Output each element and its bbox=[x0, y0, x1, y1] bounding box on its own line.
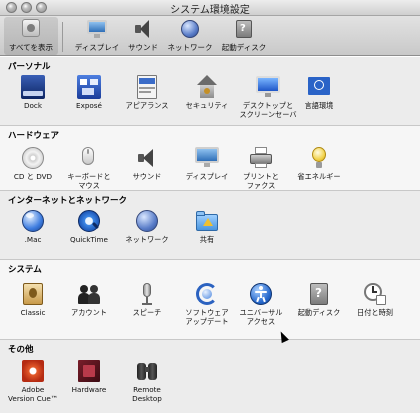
toolbar-item-label: サウンド bbox=[128, 43, 158, 52]
window-title: システム環境設定 bbox=[170, 5, 250, 16]
network-globe-icon bbox=[179, 18, 201, 40]
section-title: その他 bbox=[8, 345, 34, 355]
display-icon bbox=[195, 146, 219, 170]
toolbar-network-button[interactable]: ネットワーク bbox=[162, 18, 218, 53]
pref-dotmac[interactable]: .Mac bbox=[2, 209, 64, 244]
appearance-icon bbox=[135, 75, 159, 99]
pref-universal-access[interactable]: ユニバーサル アクセス bbox=[230, 282, 292, 326]
pref-accounts[interactable]: アカウント bbox=[58, 282, 120, 317]
pref-sound[interactable]: サウンド bbox=[116, 146, 178, 181]
dock-icon bbox=[21, 75, 45, 99]
pref-appearance[interactable]: アピアランス bbox=[116, 75, 178, 110]
network-globe-icon bbox=[135, 209, 159, 233]
pref-quicktime[interactable]: QuickTime bbox=[58, 209, 120, 244]
lightbulb-icon bbox=[307, 146, 331, 170]
preferences-content: パーソナル Dock Exposé アピアランス セキュリティ デスクトップと … bbox=[0, 57, 420, 413]
microphone-icon bbox=[135, 282, 159, 306]
toolbar-startup-disk-button[interactable]: ? 起動ディスク bbox=[216, 18, 272, 53]
toolbar-item-label: 起動ディスク bbox=[221, 43, 267, 52]
pref-startup-disk[interactable]: ? 起動ディスク bbox=[288, 282, 350, 317]
adobe-version-cue-icon bbox=[21, 359, 45, 383]
pref-energy-saver[interactable]: 省エネルギー bbox=[288, 146, 350, 181]
pref-print-fax[interactable]: プリントと ファクス bbox=[230, 146, 292, 190]
keyboard-mouse-icon bbox=[77, 146, 101, 170]
display-icon bbox=[86, 18, 108, 40]
pref-remote-desktop[interactable]: Remote Desktop bbox=[116, 359, 178, 403]
section-personal: パーソナル Dock Exposé アピアランス セキュリティ デスクトップと … bbox=[0, 57, 420, 125]
accounts-icon bbox=[77, 282, 101, 306]
security-house-icon bbox=[195, 75, 219, 99]
speaker-icon bbox=[135, 146, 159, 170]
remote-desktop-binoculars-icon bbox=[135, 359, 159, 383]
expose-icon bbox=[77, 75, 101, 99]
toolbar: すべてを表示 ディスプレイ サウンド ネットワーク ? 起動ディスク bbox=[0, 16, 420, 56]
startup-disk-icon: ? bbox=[307, 282, 331, 306]
startup-disk-icon: ? bbox=[233, 18, 255, 40]
pref-expose[interactable]: Exposé bbox=[58, 75, 120, 110]
pref-software-update[interactable]: ソフトウェア アップデート bbox=[176, 282, 238, 326]
toolbar-display-button[interactable]: ディスプレイ bbox=[70, 18, 124, 53]
pref-speech[interactable]: スピーチ bbox=[116, 282, 178, 317]
pref-cd-dvd[interactable]: CD と DVD bbox=[2, 146, 64, 181]
pref-keyboard-mouse[interactable]: キーボードと マウス bbox=[58, 146, 120, 190]
toolbar-item-label: ネットワーク bbox=[167, 43, 213, 52]
hardware-chip-icon bbox=[77, 359, 101, 383]
universal-access-icon bbox=[249, 282, 273, 306]
pref-security[interactable]: セキュリティ bbox=[176, 75, 238, 110]
toolbar-item-label: ディスプレイ bbox=[74, 43, 120, 52]
section-internet-network: インターネットとネットワーク .Mac QuickTime ネットワーク 共有 bbox=[0, 191, 420, 259]
desktop-screensaver-icon bbox=[256, 75, 280, 99]
pref-classic[interactable]: Classic bbox=[2, 282, 64, 317]
apple-icon bbox=[21, 18, 41, 40]
pref-display[interactable]: ディスプレイ bbox=[176, 146, 238, 181]
section-title: システム bbox=[8, 265, 42, 275]
pref-adobe-version-cue[interactable]: Adobe Version Cue™ bbox=[2, 359, 64, 403]
software-update-icon bbox=[195, 282, 219, 306]
section-title: パーソナル bbox=[8, 62, 51, 72]
pref-dock[interactable]: Dock bbox=[2, 75, 64, 110]
pref-hardware[interactable]: Hardware bbox=[58, 359, 120, 394]
speaker-icon bbox=[132, 18, 154, 40]
section-title: インターネットとネットワーク bbox=[8, 196, 128, 206]
classic-icon bbox=[21, 282, 45, 306]
printer-icon bbox=[249, 146, 273, 170]
toolbar-item-label: すべてを表示 bbox=[8, 43, 54, 52]
dotmac-icon bbox=[21, 209, 45, 233]
cd-dvd-icon bbox=[21, 146, 45, 170]
section-hardware: ハードウェア CD と DVD キーボードと マウス サウンド ディスプレイ プ… bbox=[0, 126, 420, 190]
sharing-folder-icon bbox=[195, 209, 219, 233]
toolbar-show-all-button[interactable]: すべてを表示 bbox=[4, 18, 58, 53]
toolbar-divider bbox=[62, 22, 63, 52]
system-preferences-window: システム環境設定 すべてを表示 ディスプレイ サウンド ネットワーク ? 起動デ… bbox=[0, 0, 420, 413]
pref-international[interactable]: 言語環境 bbox=[288, 75, 350, 110]
title-bar[interactable]: システム環境設定 bbox=[0, 0, 420, 16]
quicktime-icon bbox=[77, 209, 101, 233]
section-title: ハードウェア bbox=[8, 131, 60, 141]
pref-date-time[interactable]: 日付と時刻 bbox=[344, 282, 406, 317]
international-flag-icon bbox=[307, 75, 331, 99]
section-system: システム Classic アカウント スピーチ ソフトウェア アップデート ユニ… bbox=[0, 260, 420, 339]
toolbar-sound-button[interactable]: サウンド bbox=[120, 18, 166, 53]
pref-sharing[interactable]: 共有 bbox=[176, 209, 238, 244]
pref-network[interactable]: ネットワーク bbox=[116, 209, 178, 244]
section-other: その他 Adobe Version Cue™ Hardware Remote D… bbox=[0, 340, 420, 413]
date-time-icon bbox=[363, 282, 387, 306]
